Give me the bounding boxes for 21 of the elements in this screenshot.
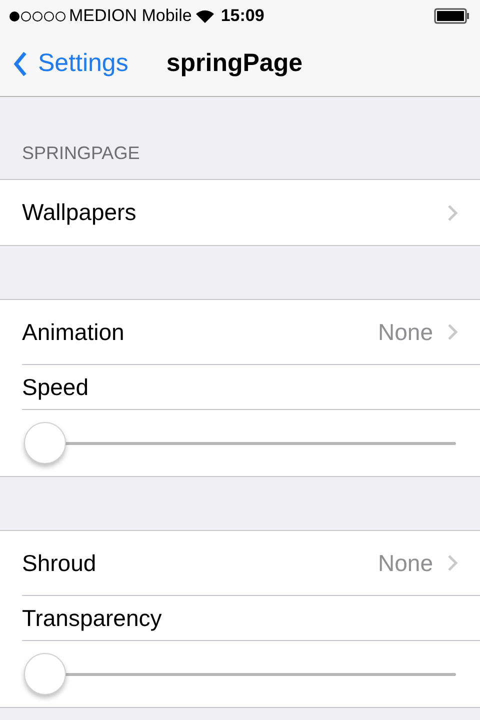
battery-icon <box>434 8 470 24</box>
back-button[interactable]: Settings <box>0 45 128 83</box>
row-label: Animation <box>22 318 126 347</box>
row-label: Speed <box>22 372 89 402</box>
clock-time: 15:09 <box>220 5 264 28</box>
page-title: springPage <box>166 48 302 80</box>
row-value: None <box>378 548 433 578</box>
row-label: Shroud <box>22 548 98 578</box>
carrier-name: MEDION Mobile <box>69 5 192 28</box>
chevron-icon <box>447 204 458 222</box>
row-label: Wallpapers <box>22 198 138 228</box>
row-label: Transparency <box>22 604 162 633</box>
wifi-icon <box>194 8 215 24</box>
signal-icon <box>9 10 66 22</box>
slider-thumb[interactable] <box>24 652 66 694</box>
row-value: None <box>378 318 433 347</box>
chevron-icon <box>447 554 458 572</box>
chevron-icon <box>447 323 458 341</box>
back-chevron-icon <box>13 51 28 77</box>
section-header: SPRINGPAGE <box>22 142 140 165</box>
slider-thumb[interactable] <box>24 422 66 464</box>
